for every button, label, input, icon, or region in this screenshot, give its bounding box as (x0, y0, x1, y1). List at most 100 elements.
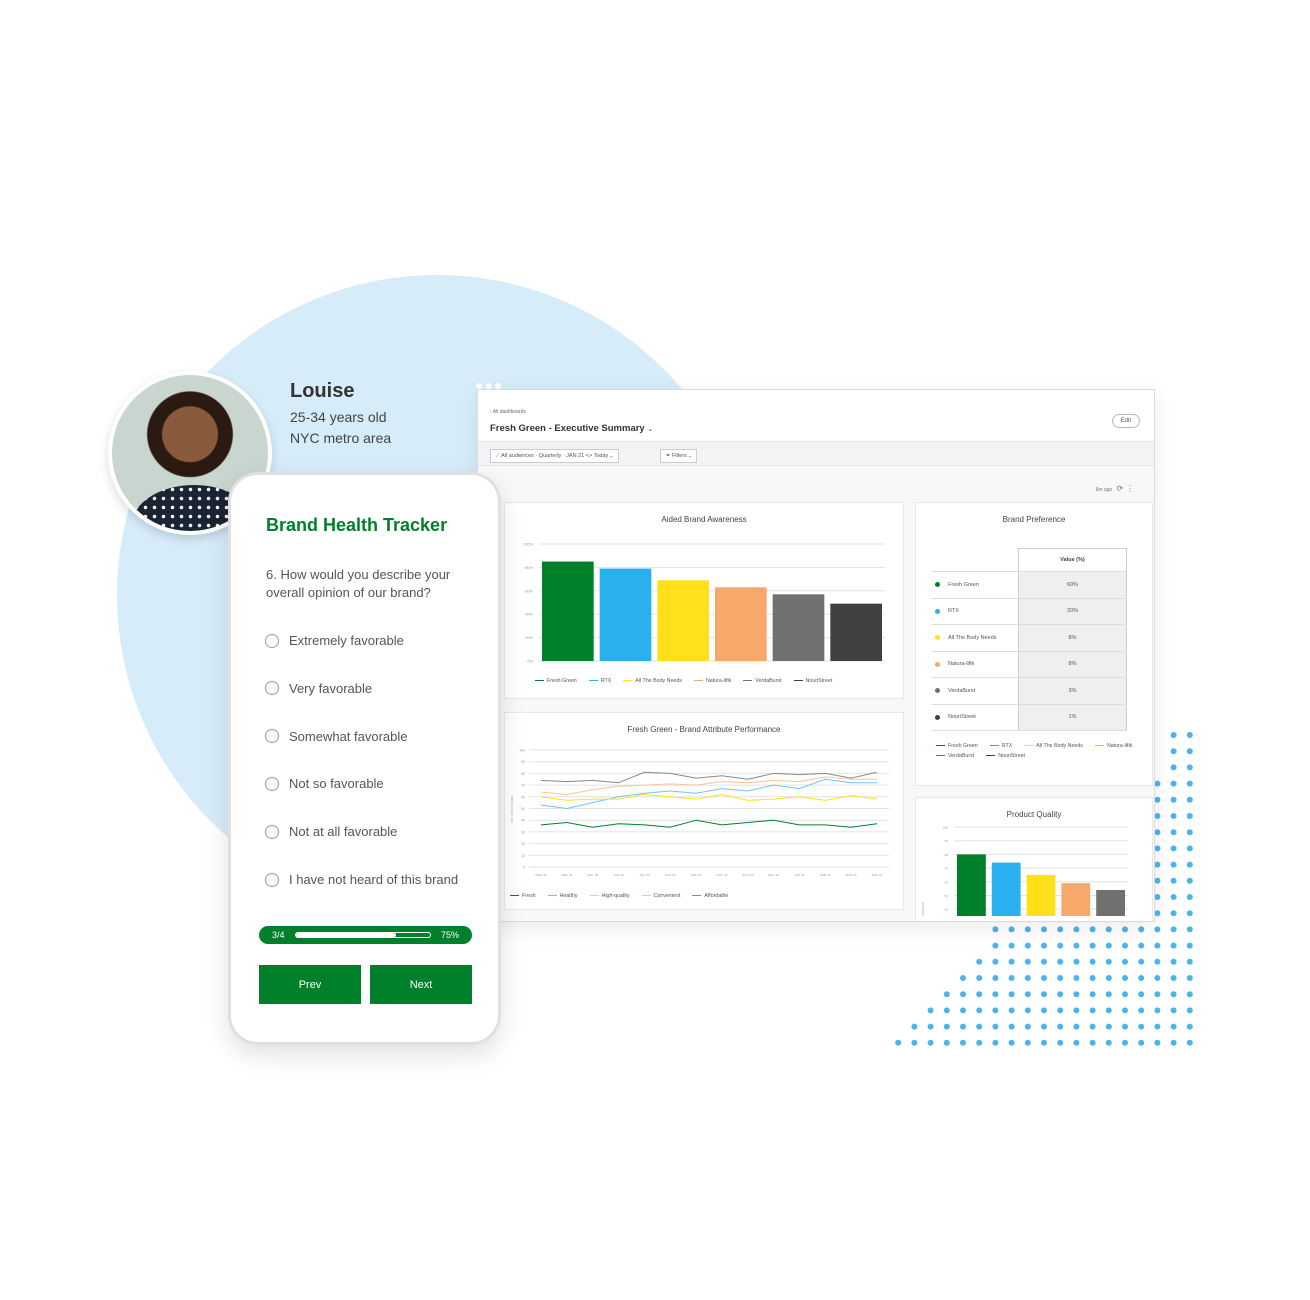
brand-cell: Fresh Green (931, 582, 1018, 588)
legend-swatch (936, 754, 945, 757)
dot (927, 1039, 934, 1046)
bar (1026, 874, 1056, 916)
legend-item: All The Body Needs (623, 678, 682, 684)
dashboard-title[interactable]: Fresh Green - Executive Summary ⌄ (490, 423, 653, 434)
answer-option[interactable]: I have not heard of this brand (265, 872, 458, 887)
kebab-menu-icon[interactable]: ⋮ (1126, 484, 1134, 493)
survey-title: Brand Health Tracker (266, 515, 448, 535)
dot (1122, 942, 1128, 949)
legend-item: Fresh Green (936, 743, 978, 749)
chart-legend: Fresh Green RTX All The Body Needs Natura-l… (936, 743, 1136, 759)
dot (1186, 1023, 1193, 1030)
y-axis-label: TOP 2 BOX SCORE (510, 796, 514, 823)
dot (976, 991, 983, 998)
legend-swatch (986, 754, 996, 757)
legend-item: All The Body Needs (1024, 743, 1083, 749)
dot (960, 975, 966, 981)
dot (1041, 1023, 1047, 1030)
dot (1186, 748, 1193, 755)
dot (1170, 764, 1177, 771)
phone-survey: Brand Health Tracker 6. How would you de… (228, 472, 501, 1045)
dot (1122, 991, 1128, 998)
radio-button[interactable] (265, 729, 279, 744)
audience-filter-dropdown[interactable]: ⟋ All audiences · Quarterly · JAN 21 <> … (490, 449, 619, 463)
prev-button[interactable]: Prev (259, 965, 361, 1004)
legend-label: VerdaBurst (948, 753, 975, 759)
persona-location: NYC metro area (290, 430, 392, 446)
legend-swatch (936, 744, 945, 747)
dot (1024, 991, 1031, 998)
dot (1089, 1007, 1096, 1014)
dot (1024, 1023, 1031, 1030)
dot (1186, 975, 1193, 981)
dot (1057, 942, 1064, 949)
brand-preference-table: Value (%) Fresh Green 60% RTX 20% All The Bo… (931, 548, 1127, 731)
dot (1186, 829, 1193, 836)
y-tick-label: 40 (945, 908, 949, 912)
radio-button[interactable] (265, 681, 279, 696)
brand-color-dot (935, 688, 940, 694)
dot (1186, 877, 1193, 884)
refresh-icon[interactable]: ⟳ (1117, 484, 1124, 493)
y-tick-label: 40% (525, 612, 533, 617)
dot (1154, 1007, 1161, 1014)
radio-button[interactable] (265, 776, 279, 791)
legend-item: NouriStreet (793, 678, 832, 684)
y-tick-label: 40 (521, 819, 525, 823)
radio-button[interactable] (265, 872, 279, 887)
filter-bar: ⟋ All audiences · Quarterly · JAN 21 <> … (478, 442, 1154, 466)
dot (1057, 975, 1064, 981)
answer-option[interactable]: Not at all favorable (265, 824, 397, 839)
dot (1154, 975, 1161, 981)
dot (1057, 991, 1064, 998)
dot (1122, 926, 1128, 933)
legend-swatch (535, 679, 544, 682)
x-tick-label: MAR '20 (535, 873, 547, 877)
option-label: I have not heard of this brand (289, 872, 459, 887)
chevron-down-icon: ⌄ (609, 453, 613, 459)
legend-label: NouriStreet (998, 753, 1026, 759)
dot (1170, 1023, 1177, 1030)
brand-name: Natura-lifik (948, 661, 975, 668)
bar (542, 561, 594, 661)
dot (1057, 1007, 1064, 1014)
dot (1008, 991, 1015, 998)
survey-question: 6. How would you describe your overall o… (266, 567, 451, 600)
y-tick-label: 80% (525, 565, 533, 570)
dot (1105, 926, 1112, 933)
x-tick-label: AUG '20 (665, 873, 677, 877)
product-quality-chart: 40 50 60 70 80 90 100 PERCENT (921, 826, 1128, 916)
x-tick-label: OCT '20 (716, 873, 727, 877)
dot (1154, 991, 1161, 998)
dot (1138, 958, 1145, 965)
legend-label: All The Body Needs (635, 678, 682, 684)
answer-option[interactable]: Somewhat favorable (265, 729, 408, 744)
brand-color-dot (935, 608, 940, 614)
edit-button[interactable]: Edit (1111, 414, 1140, 428)
dot (1041, 991, 1047, 998)
filters-dropdown[interactable]: ⏷ Filters ⌄ (660, 449, 698, 463)
radio-button[interactable] (265, 633, 279, 648)
legend-item: NouriStreet (986, 753, 1025, 759)
dot (1122, 1023, 1128, 1030)
answer-option[interactable]: Extremely favorable (265, 633, 404, 648)
option-label: Not at all favorable (289, 824, 398, 840)
legend-swatch (989, 744, 999, 747)
dot (1154, 926, 1161, 933)
dot (1186, 861, 1193, 868)
dot (1154, 829, 1161, 836)
next-button[interactable]: Next (370, 965, 472, 1004)
answer-option[interactable]: Not so favorable (265, 776, 384, 791)
legend-item: Natura-lifik (1094, 743, 1132, 749)
legend-swatch (1024, 744, 1034, 747)
legend-label: RTX (1001, 743, 1013, 749)
value-header: Value (%) (1018, 548, 1127, 571)
dot (943, 991, 950, 998)
all-dashboards-link[interactable]: ‹ All dashboards (490, 409, 526, 415)
answer-option[interactable]: Very favorable (265, 681, 372, 696)
bar (1096, 889, 1125, 916)
dot (992, 991, 999, 998)
dot (1154, 894, 1161, 900)
y-tick-label: 30 (521, 830, 525, 834)
radio-button[interactable] (265, 824, 279, 839)
